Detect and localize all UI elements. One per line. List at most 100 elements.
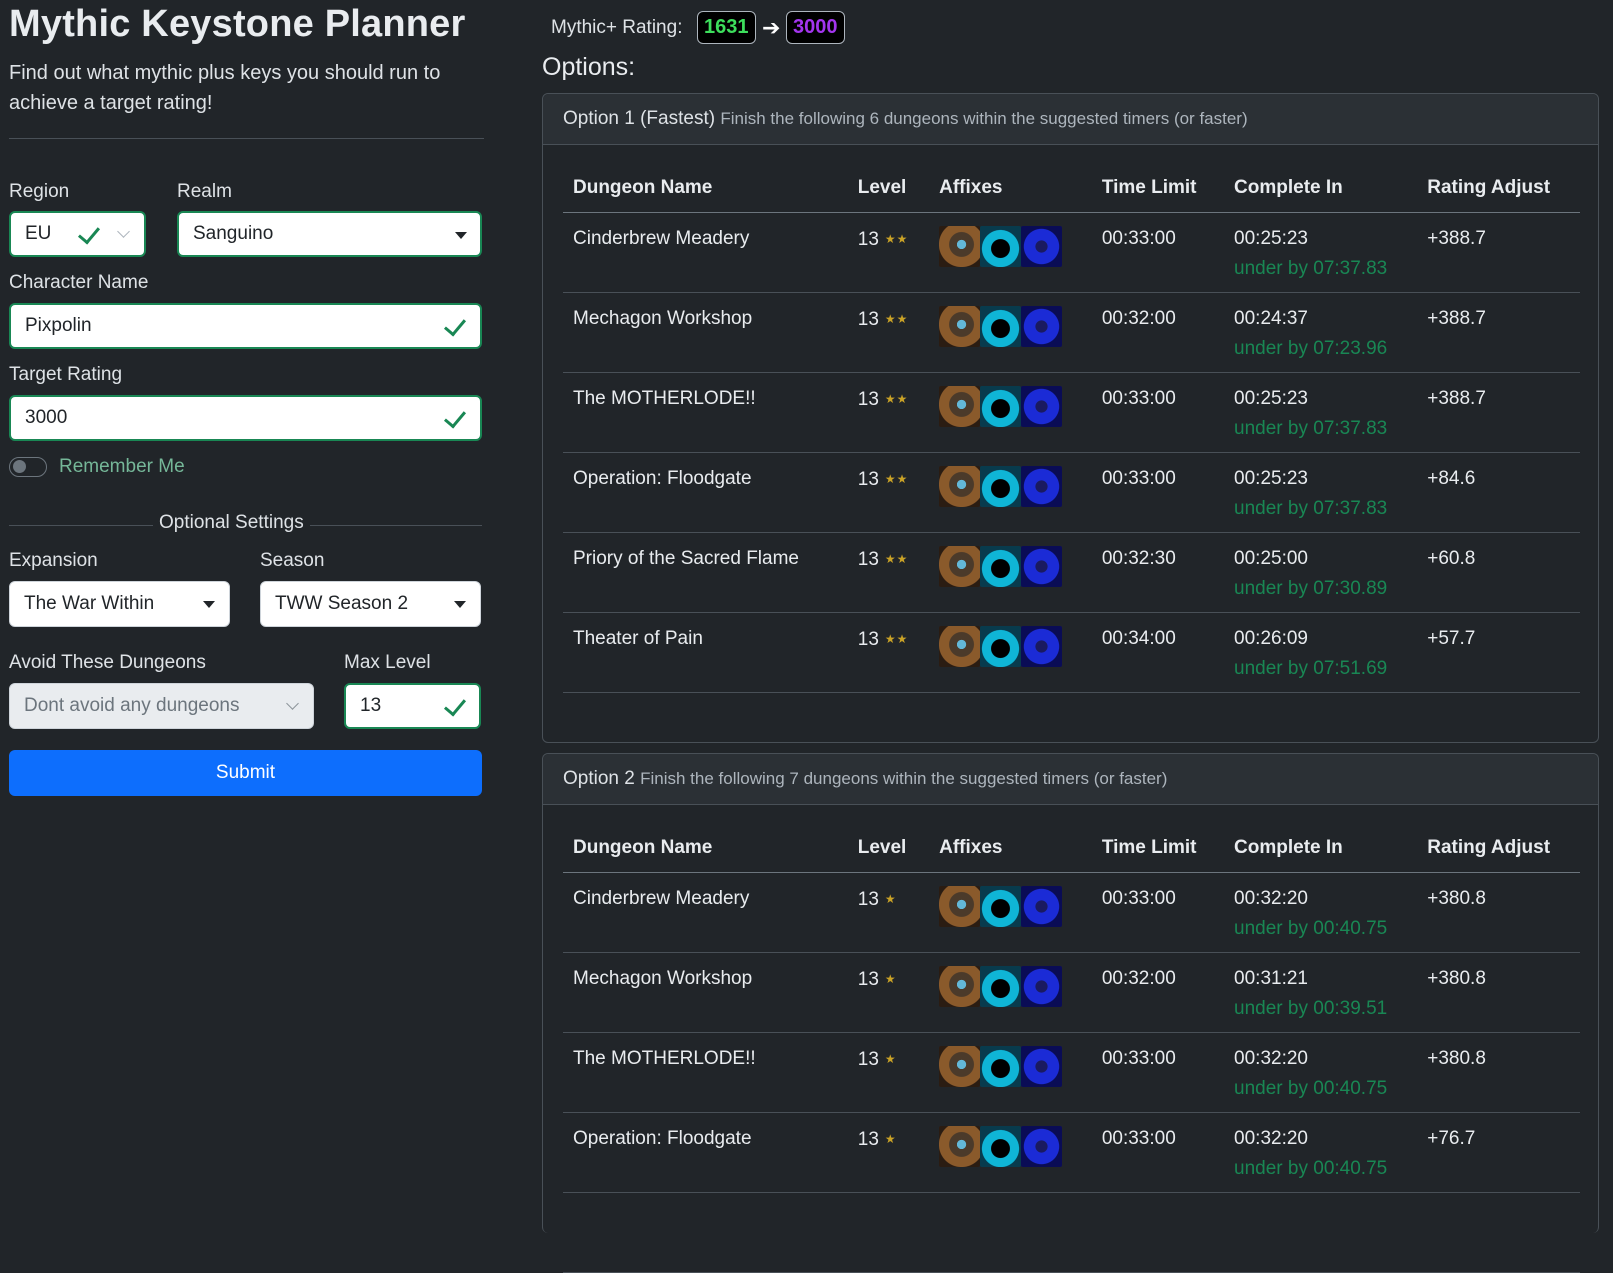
complete-time-text: 00:26:09 [1234, 628, 1308, 649]
dungeon-name: Theater of Pain [563, 612, 848, 693]
level-text: 13 [857, 229, 879, 250]
complete-time-text: 00:31:21 [1234, 968, 1308, 989]
column-header: Complete In [1224, 824, 1418, 873]
option-description: Finish the following 7 dungeons within t… [640, 769, 1168, 788]
dungeon-name-text: Theater of Pain [573, 628, 703, 649]
table-row: Cinderbrew Meadery 13 ★ 00:33:00 00:32:20 und… [563, 872, 1580, 953]
level-text: 13 [857, 389, 879, 410]
affix-void-icon [1021, 386, 1063, 427]
table-header-row: Dungeon Name Level Affixes Time Limit Comple… [563, 164, 1580, 213]
affix-afflicted-icon [980, 886, 1022, 927]
affixes-cell [929, 872, 1092, 953]
complete-time-text: 00:25:00 [1234, 548, 1308, 569]
table-row: Mechagon Workshop 13 ★ 00:32:00 00:31:21 unde… [563, 952, 1580, 1033]
affix-icons [939, 226, 1063, 267]
affixes-cell [929, 452, 1092, 533]
arrow-right-icon: ➔ [762, 15, 781, 40]
table-row: Theater of Pain 13 ★★ 00:34:00 00:26:09 under… [563, 612, 1580, 693]
affix-xalatath-icon [939, 1046, 981, 1087]
affix-xalatath-icon [939, 226, 981, 267]
dungeon-name-text: Operation: Floodgate [573, 1128, 752, 1149]
table-row: Mechagon Workshop 13 ★★ 00:32:00 00:24:37 und… [563, 292, 1580, 373]
affix-xalatath-icon [939, 1126, 981, 1167]
dungeon-name-text: Priory of the Sacred Flame [573, 548, 799, 569]
expansion-label: Expansion [9, 550, 98, 571]
optional-settings-label: Optional Settings [153, 512, 310, 534]
affixes-cell [929, 372, 1092, 453]
affix-afflicted-icon [980, 226, 1022, 267]
dungeon-name-text: Mechagon Workshop [573, 968, 753, 989]
submit-button[interactable]: Submit [9, 750, 482, 796]
target-rating-input[interactable]: 3000 [9, 395, 482, 441]
column-header: Rating Adjust [1417, 824, 1580, 873]
affix-afflicted-icon [980, 546, 1022, 587]
time-limit: 00:34:00 [1091, 612, 1225, 693]
rating-adjust: +388.7 [1417, 292, 1580, 373]
affix-void-icon [1021, 226, 1063, 267]
star-icon: ★★ [884, 552, 909, 566]
realm-label: Realm [177, 181, 232, 202]
time-limit-text: 00:33:00 [1101, 468, 1176, 489]
rating-summary: Mythic+ Rating: 1631 ➔ 3000 [551, 11, 845, 45]
dungeon-level [847, 1192, 930, 1273]
under-by-text: under by 07:51.69 [1234, 658, 1388, 679]
time-limit [1091, 1192, 1225, 1273]
complete-in: 00:25:23 under by 07:37.83 [1224, 372, 1418, 453]
level-text: 13 [857, 969, 879, 990]
table-row: Cinderbrew Meadery 13 ★★ 00:33:00 00:25:23 un… [563, 212, 1580, 293]
complete-in: 00:32:20 under by 00:40.75 [1224, 872, 1418, 953]
rating-adjust-text: +380.8 [1427, 1048, 1486, 1069]
remember-me-label[interactable]: Remember Me [59, 456, 185, 478]
column-header: Dungeon Name [563, 164, 848, 213]
affix-icons [939, 1046, 1063, 1087]
affix-afflicted-icon [980, 1126, 1022, 1167]
star-icon: ★★ [884, 392, 909, 406]
season-select[interactable]: TWW Season 2 [260, 581, 481, 627]
affix-afflicted-icon [980, 386, 1022, 427]
affix-afflicted-icon [980, 466, 1022, 507]
dungeon-level: 13 ★ [847, 872, 930, 953]
column-header: Complete In [1224, 164, 1418, 213]
expansion-select[interactable]: The War Within [9, 581, 230, 627]
region-select[interactable]: EU [9, 211, 146, 257]
dungeon-name-text: Cinderbrew Meadery [573, 888, 750, 909]
dungeon-name: The MOTHERLODE!! [563, 372, 848, 453]
table-body: Cinderbrew Meadery 13 ★★ 00:33:00 00:25:23 un… [563, 212, 1580, 693]
caret-down-icon [203, 601, 215, 608]
divider [9, 138, 484, 139]
remember-me-toggle[interactable] [9, 457, 47, 477]
affix-afflicted-icon [980, 626, 1022, 667]
avoid-dungeons-select[interactable]: Dont avoid any dungeons [9, 683, 314, 729]
complete-time-text: 00:25:23 [1234, 228, 1308, 249]
table-row: Operation: Floodgate 13 ★ 00:33:00 00:32:20 u… [563, 1112, 1580, 1193]
time-limit-text: 00:34:00 [1101, 628, 1176, 649]
dungeon-name: Cinderbrew Meadery [563, 212, 848, 293]
chevron-down-icon [286, 697, 299, 710]
affix-afflicted-icon [980, 306, 1022, 347]
under-by-text: under by 00:40.75 [1234, 918, 1388, 939]
caret-down-icon [455, 232, 467, 239]
column-header: Rating Adjust [1417, 164, 1580, 213]
rating-adjust: +380.8 [1417, 1032, 1580, 1113]
affixes-cell [929, 1112, 1092, 1193]
time-limit-text: 00:33:00 [1101, 1128, 1176, 1149]
rating-adjust-text: +388.7 [1427, 228, 1486, 249]
character-name-value: Pixpolin [25, 315, 92, 336]
affix-xalatath-icon [939, 626, 981, 667]
target-rating-value: 3000 [25, 407, 68, 428]
table-row: Priory of the Sacred Flame 13 ★★ 00:32:30 00… [563, 532, 1580, 613]
realm-select[interactable]: Sanguino [177, 211, 482, 257]
dungeon-level: 13 ★★ [847, 212, 930, 293]
max-level-input[interactable]: 13 [344, 683, 481, 729]
time-limit: 00:32:30 [1091, 532, 1225, 613]
character-name-input[interactable]: Pixpolin [9, 303, 482, 349]
option-title: Option 2 [563, 768, 635, 789]
dungeon-table: Dungeon Name Level Affixes Time Limit Comple… [563, 164, 1580, 693]
level-text: 13 [857, 309, 879, 330]
affix-icons [939, 626, 1063, 667]
rating-adjust: +388.7 [1417, 372, 1580, 453]
valid-check-icon [445, 685, 467, 727]
affix-void-icon [1021, 626, 1063, 667]
affix-void-icon [1021, 1126, 1063, 1167]
settings-panel: Mythic Keystone Planner Find out what my… [9, 0, 484, 139]
